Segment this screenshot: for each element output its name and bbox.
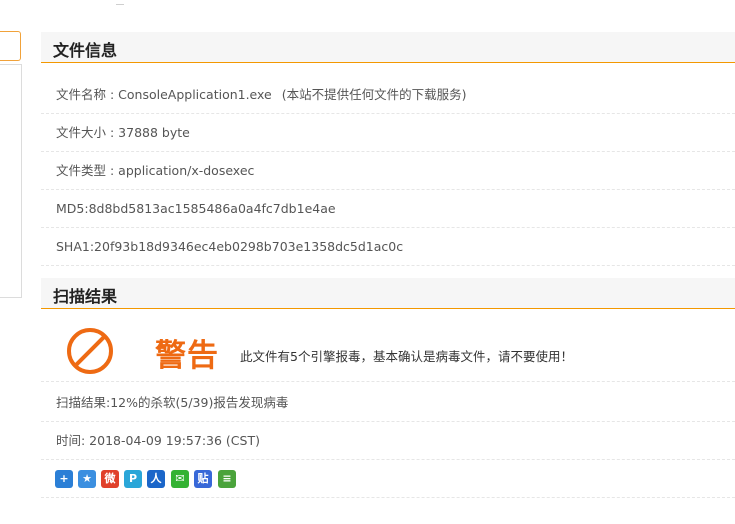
file-type-label: 文件类型 : [56,163,119,178]
file-size-row: 文件大小 : 37888 byte [41,114,735,152]
file-size-label: 文件大小 : [56,125,119,140]
share-qzone-icon[interactable]: ★ [78,470,96,488]
file-name-label: 文件名称 : [56,87,119,102]
scan-result-title: 扫描结果 [53,287,118,306]
warning-row: 警告 此文件有5个引擎报毒，基本确认是病毒文件，请不要使用！ [41,310,735,382]
share-tieba-icon-2[interactable]: ≡ [218,470,236,488]
file-info-title: 文件信息 [53,41,118,60]
share-wechat-icon[interactable]: ✉ [171,470,189,488]
scan-result-text: 扫描结果:12%的杀软(5/39)报告发现病毒 [56,395,289,410]
scan-time-text: 时间: 2018-04-09 19:57:36 (CST) [56,433,260,448]
scan-time-row: 时间: 2018-04-09 19:57:36 (CST) [41,422,735,460]
file-size-value: 37888 byte [118,125,190,140]
sha1-value: SHA1:20f93b18d9346ec4eb0298b703e1358dc5d… [56,239,404,254]
share-bar: + ★ 微 P 人 ✉ 贴 ≡ [41,460,735,498]
share-add-icon[interactable]: + [55,470,73,488]
sha1-row: SHA1:20f93b18d9346ec4eb0298b703e1358dc5d… [41,228,735,266]
file-name-value: ConsoleApplication1.exe [118,87,272,102]
share-tencent-weibo-icon[interactable]: P [124,470,142,488]
share-tieba-icon[interactable]: 贴 [194,470,212,488]
sidebar-tab[interactable] [0,31,21,61]
file-info-header: 文件信息 [41,32,735,63]
share-weibo-icon[interactable]: 微 [101,470,119,488]
sidebar-panel [0,64,22,298]
download-note: (本站不提供任何文件的下载服务) [281,87,467,102]
file-type-row: 文件类型 : application/x-dosexec [41,152,735,190]
file-name-row: 文件名称 : ConsoleApplication1.exe (本站不提供任何文件… [41,76,735,114]
scan-result-row: 扫描结果:12%的杀软(5/39)报告发现病毒 [41,384,735,422]
md5-value: MD5:8d8bd5813ac1585486a0a4fc7db1e4ae [56,201,336,216]
md5-row: MD5:8d8bd5813ac1585486a0a4fc7db1e4ae [41,190,735,228]
file-type-value: application/x-dosexec [118,163,255,178]
forbidden-icon [67,328,113,374]
share-renren-icon[interactable]: 人 [147,470,165,488]
warning-message: 此文件有5个引擎报毒，基本确认是病毒文件，请不要使用！ [240,349,573,364]
scan-result-header: 扫描结果 [41,278,735,309]
top-divider-fragment [116,0,124,5]
warning-title: 警告 [155,338,219,374]
